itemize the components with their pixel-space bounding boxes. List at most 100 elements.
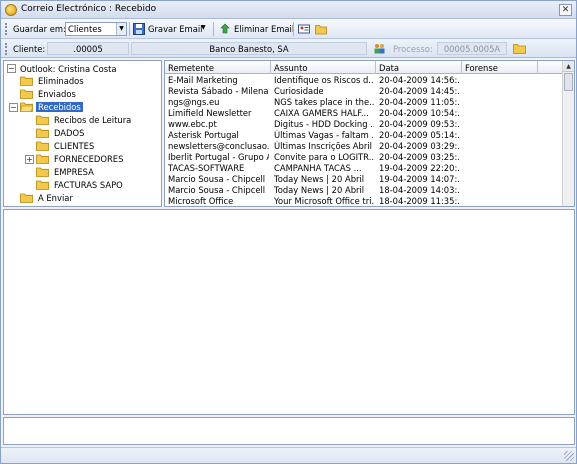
folder-icon	[36, 115, 49, 125]
client-name-field: Banco Banesto, SA	[131, 42, 367, 55]
process-field[interactable]: 00005.0005A	[437, 42, 507, 55]
message-preview[interactable]	[3, 209, 575, 415]
column-header-assunto[interactable]: Assunto	[271, 61, 376, 74]
message-grid[interactable]: Remetente Assunto Data Forense E-Mail Ma…	[164, 60, 575, 207]
address-card-icon	[298, 24, 310, 34]
toolbar-grip[interactable]	[5, 43, 8, 55]
save-email-label: Gravar Email	[148, 24, 203, 34]
cell-data: 20-04-2009 03:25:...	[379, 152, 460, 162]
open-folder-icon	[20, 102, 33, 112]
tree-root-label: Outlook: Cristina Costa	[20, 64, 117, 74]
tree-item-label: DADOS	[54, 128, 85, 138]
cell-assunto: Últimas Inscrições Abril ...	[274, 141, 374, 151]
cell-data: 20-04-2009 03:29:...	[379, 141, 460, 151]
status-bar	[1, 447, 576, 463]
toolbar-separator	[293, 22, 294, 36]
cell-forense	[462, 185, 536, 196]
cell-remetente: Microsoft Office	[168, 196, 234, 206]
grid-header: Remetente Assunto Data Forense	[165, 61, 563, 74]
cell-remetente: newsletters@conclusao....	[168, 141, 269, 151]
cell-forense	[462, 86, 536, 97]
cell-remetente: E-Mail Marketing	[168, 75, 238, 85]
cell-forense	[462, 152, 536, 163]
folder-icon	[36, 128, 49, 138]
tree-item-label: A Enviar	[38, 193, 73, 203]
collapse-icon[interactable]: −	[7, 64, 16, 73]
cell-forense	[462, 97, 536, 108]
expand-icon[interactable]: +	[25, 155, 34, 164]
folder-icon[interactable]	[513, 43, 526, 54]
cell-assunto: Today News | 20 Abril	[274, 185, 365, 195]
cell-forense	[462, 174, 536, 185]
table-row[interactable]: TACAS-SOFTWARE CAMPANHA TACAS ... 19-04-20…	[165, 163, 563, 174]
floppy-disk-icon	[133, 23, 145, 35]
table-row[interactable]: Marcio Sousa - Chipcell Today News | 20 A…	[165, 185, 563, 196]
cell-remetente: Asterisk Portugal	[168, 130, 239, 140]
toolbar-grip[interactable]	[5, 23, 8, 35]
resize-grip-icon[interactable]	[564, 451, 574, 461]
cell-remetente: www.ebc.pt	[168, 119, 217, 129]
title-bar: Correio Electrónico : Recebido ✕	[1, 1, 576, 19]
folder-icon	[36, 154, 49, 164]
cell-forense	[462, 119, 536, 130]
save-email-dropdown[interactable]: ▼	[201, 21, 209, 37]
column-header-data[interactable]: Data	[376, 61, 462, 74]
cell-data: 20-04-2009 11:05:...	[379, 97, 460, 107]
column-header-remetente[interactable]: Remetente	[165, 61, 271, 74]
status-panel	[3, 417, 575, 445]
users-icon[interactable]	[373, 43, 386, 54]
scroll-up-icon[interactable]: ▲	[563, 61, 574, 72]
cell-remetente: Marcio Sousa - Chipcell	[168, 174, 266, 184]
window-title: Correio Electrónico : Recebido	[21, 4, 157, 14]
chevron-down-icon[interactable]: ▼	[116, 23, 126, 35]
scroll-thumb[interactable]	[564, 73, 573, 91]
tree-item-label: CLIENTES	[54, 141, 95, 151]
cell-assunto: Your Microsoft Office tri...	[274, 196, 374, 206]
delete-email-button[interactable]: Eliminar Email	[219, 21, 294, 37]
tree-item-label: Eliminados	[38, 76, 84, 86]
table-row[interactable]: Asterisk Portugal Últimas Vagas - faltam …	[165, 130, 563, 141]
app-icon	[5, 4, 17, 16]
folder-icon	[36, 180, 49, 190]
cell-data: 19-04-2009 22:20:...	[379, 163, 460, 173]
collapse-icon[interactable]: −	[9, 103, 18, 112]
column-header-forense[interactable]: Forense	[462, 61, 538, 74]
tree-item-label: Enviados	[38, 89, 76, 99]
toolbar: Guardar em: Clientes ▼ Gravar Email ▼ El…	[1, 19, 576, 39]
cell-data: 18-04-2009 14:03:...	[379, 185, 460, 195]
cell-forense	[462, 75, 536, 86]
table-row[interactable]: E-Mail Marketing Identifique os Riscos d.…	[165, 75, 563, 86]
cell-data: 19-04-2009 14:07:...	[379, 174, 460, 184]
cell-assunto: Convite para o LOGITR...	[274, 152, 374, 162]
table-row[interactable]: Revista Sábado - Milena... Curiosidade 20-…	[165, 86, 563, 97]
cell-remetente: TACAS-SOFTWARE	[168, 163, 245, 173]
client-name: Banco Banesto, SA	[209, 44, 289, 54]
table-row[interactable]: www.ebc.pt Digitus - HDD Docking ... 20-04…	[165, 119, 563, 130]
folder-icon	[20, 193, 33, 203]
table-row[interactable]: Limifield Newsletter CAIXA GAMERS HALF...…	[165, 108, 563, 119]
save-in-label: Guardar em:	[13, 24, 66, 34]
table-row[interactable]: newsletters@conclusao.... Últimas Inscriç…	[165, 141, 563, 152]
vertical-scrollbar[interactable]: ▲	[562, 61, 574, 206]
folder-icon	[20, 76, 33, 86]
table-row[interactable]: Marcio Sousa - Chipcell Today News | 20 A…	[165, 174, 563, 185]
folder-tree[interactable]: − Outlook: Cristina Costa Eliminados Env…	[3, 60, 162, 207]
close-button[interactable]: ✕	[559, 4, 572, 16]
folder-icon	[315, 25, 327, 35]
open-folder-button[interactable]	[315, 21, 328, 37]
cell-remetente: Limifield Newsletter	[168, 108, 252, 118]
cell-remetente: Iberlit Portugal - Grupo A...	[168, 152, 269, 162]
tree-item-label: Recibos de Leitura	[54, 115, 132, 125]
process-label: Processo:	[393, 44, 433, 54]
cell-data: 20-04-2009 05:14:...	[379, 130, 460, 140]
process-value: 00005.0005A	[443, 44, 501, 54]
save-in-combo[interactable]: Clientes ▼	[65, 22, 127, 36]
cell-data: 20-04-2009 10:54:...	[379, 108, 460, 118]
cell-assunto: Digitus - HDD Docking ...	[274, 119, 374, 129]
address-card-button[interactable]	[298, 21, 311, 37]
cell-forense	[462, 130, 536, 141]
save-in-value: Clientes	[68, 24, 102, 34]
table-row[interactable]: ngs@ngs.eu NGS takes place in the... 20-04…	[165, 97, 563, 108]
table-row[interactable]: Microsoft Office Your Microsoft Office tr…	[165, 196, 563, 206]
table-row[interactable]: Iberlit Portugal - Grupo A... Convite par…	[165, 152, 563, 163]
